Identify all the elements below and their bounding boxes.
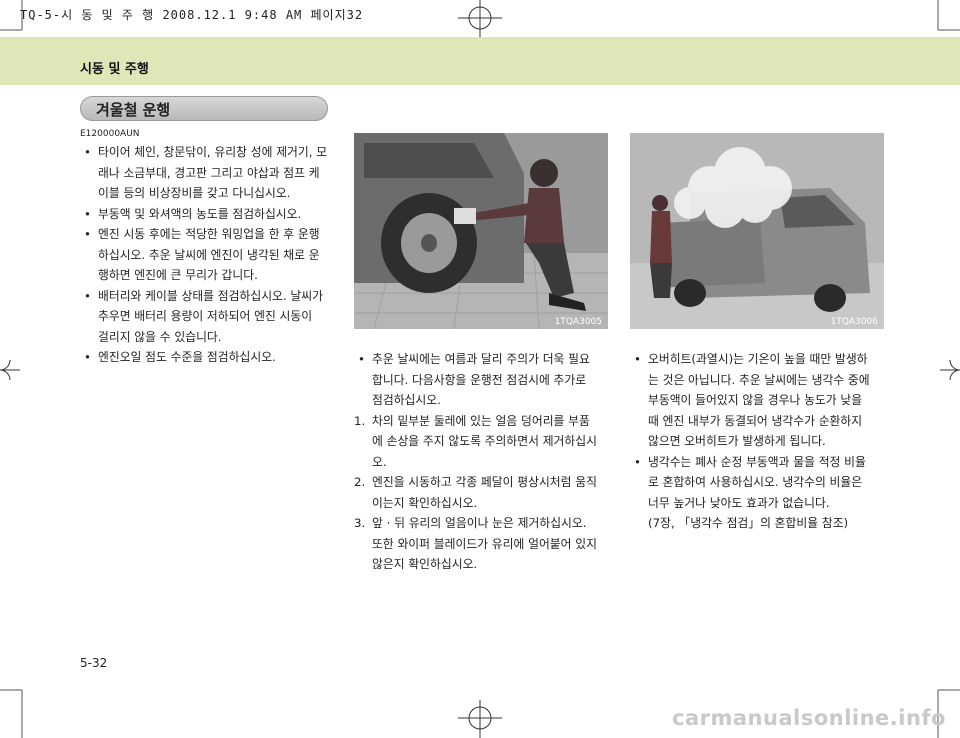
- right-bullet-2: 냉각수는 폐사 순정 부동액과 물을 적정 비율로 혼합하여 사용하십시오. 냉…: [630, 452, 886, 514]
- photo-clearing-ice-near-wheel: 1TQA3005: [354, 133, 608, 329]
- page-heading: 겨울철 운행: [96, 101, 171, 119]
- middle-column: 추운 날씨에는 여름과 달리 주의가 더욱 필요합니다. 다음사항을 운행전 점…: [354, 349, 610, 575]
- photo-overheating-van: 1TQA3006: [630, 133, 884, 329]
- watermark: carmanualsonline.info: [672, 706, 946, 730]
- right-column: 오버히트(과열시)는 기온이 높을 때만 발생하는 것은 아닙니다. 추운 날씨…: [630, 349, 886, 534]
- left-bullet-4: 배터리와 케이블 상태를 점검하십시오. 날씨가추우면 배터리 용량이 저하되어…: [80, 286, 342, 348]
- right-bullet-1: 오버히트(과열시)는 기온이 높을 때만 발생하는 것은 아닙니다. 추운 날씨…: [630, 349, 886, 452]
- page-number: 5-32: [80, 656, 108, 670]
- section-title: 시동 및 주행: [80, 62, 149, 77]
- left-bullet-2: 부동액 및 와셔액의 농도를 점검하십시오.: [80, 204, 342, 225]
- left-column: 타이어 체인, 창문닦이, 유리창 성에 제거기, 모래나 소금부대, 경고판 …: [80, 142, 342, 368]
- left-bullet-1: 타이어 체인, 창문닦이, 유리창 성에 제거기, 모래나 소금부대, 경고판 …: [80, 142, 342, 204]
- middle-step-1: 1. 차의 밑부분 둘레에 있는 얼음 덩어리를 부품 에 손상을 주지 않도록 …: [354, 413, 597, 469]
- photo2-code: 1TQA3006: [830, 317, 878, 327]
- middle-step-3: 3. 앞 · 뒤 유리의 얼음이나 눈은 제거하십시오. 또한 와이퍼 블레이드가…: [354, 516, 597, 571]
- right-note: (7장, 「냉각수 점검」의 혼합비율 참조): [648, 516, 849, 530]
- photo-illustration-2: [630, 133, 884, 329]
- photo1-code: 1TQA3005: [554, 317, 602, 327]
- left-bullet-3: 엔진 시동 후에는 적당한 워밍업을 한 후 운행하십시오. 추운 날씨에 엔진…: [80, 224, 342, 286]
- left-bullet-5: 엔진오일 점도 수준을 점검하십시오.: [80, 347, 342, 368]
- heading-pill: 겨울철 운행: [80, 96, 328, 121]
- middle-step-2: 2. 엔진을 시동하고 각종 페달이 평상시처럼 움직 이는지 확인하십시오.: [354, 475, 597, 510]
- middle-intro: 추운 날씨에는 여름과 달리 주의가 더욱 필요합니다. 다음사항을 운행전 점…: [354, 349, 610, 411]
- document-code: E120000AUN: [80, 129, 140, 139]
- photo-illustration-1: [354, 133, 608, 329]
